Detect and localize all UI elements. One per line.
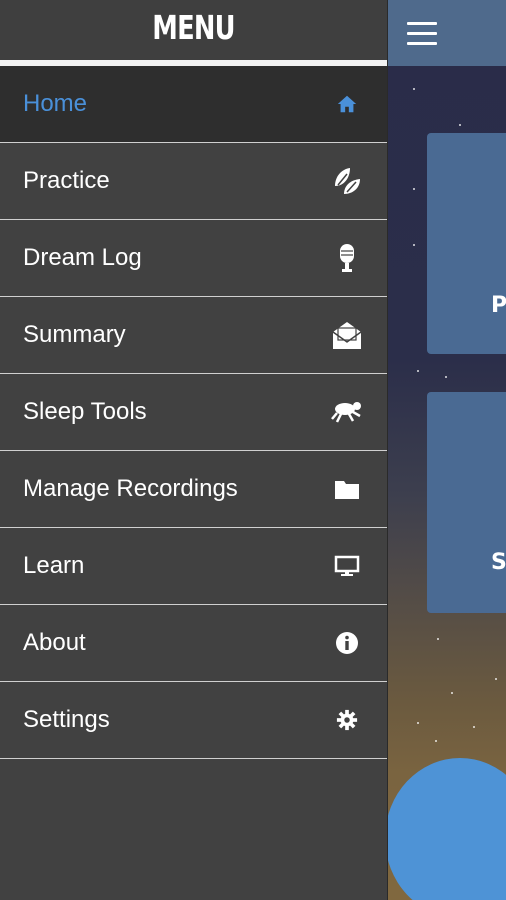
- drawer-menu-list: Home Practice Dream Log Summary Sleep To…: [0, 66, 387, 759]
- menu-item-sleep-tools[interactable]: Sleep Tools: [0, 374, 387, 451]
- star: [413, 244, 415, 246]
- app-bar: [387, 0, 506, 66]
- open-envelope-icon: [331, 319, 363, 351]
- home-icon: [331, 88, 363, 120]
- hamburger-menu-icon[interactable]: [407, 22, 437, 45]
- menu-item-label: About: [23, 629, 86, 656]
- planet-illustration: [387, 758, 506, 900]
- star: [435, 740, 437, 742]
- menu-item-label: Home: [23, 90, 88, 117]
- summary-card[interactable]: SU: [427, 392, 506, 613]
- menu-item-summary[interactable]: Summary: [0, 297, 387, 374]
- drawer-title: MENU: [152, 8, 235, 47]
- star: [459, 124, 461, 126]
- star: [495, 678, 497, 680]
- menu-item-practice[interactable]: Practice: [0, 143, 387, 220]
- folder-icon: [331, 473, 363, 505]
- star: [451, 692, 453, 694]
- star: [437, 638, 439, 640]
- navigation-drawer: MENU Home Practice Dream Log Summary Sle…: [0, 0, 388, 900]
- monitor-icon: [331, 550, 363, 582]
- background-app: PI SU: [387, 0, 506, 900]
- info-icon: [331, 627, 363, 659]
- menu-item-label: Manage Recordings: [23, 475, 238, 502]
- menu-item-manage-recordings[interactable]: Manage Recordings: [0, 451, 387, 528]
- menu-item-label: Summary: [23, 321, 126, 348]
- drawer-header: MENU: [0, 0, 387, 60]
- menu-item-dream-log[interactable]: Dream Log: [0, 220, 387, 297]
- menu-item-label: Dream Log: [23, 244, 142, 271]
- star: [473, 726, 475, 728]
- star: [413, 88, 415, 90]
- star: [413, 188, 415, 190]
- menu-item-settings[interactable]: Settings: [0, 682, 387, 759]
- practice-card[interactable]: PI: [427, 133, 506, 354]
- menu-item-label: Sleep Tools: [23, 398, 147, 425]
- gear-icon: [331, 704, 363, 736]
- practice-card-label: PI: [491, 293, 506, 318]
- leaves-icon: [331, 165, 363, 197]
- menu-item-label: Settings: [23, 706, 110, 733]
- jumping-sheep-icon: [331, 396, 363, 428]
- star: [445, 376, 447, 378]
- star: [417, 370, 419, 372]
- menu-item-learn[interactable]: Learn: [0, 528, 387, 605]
- summary-card-label: SU: [491, 550, 506, 575]
- menu-item-about[interactable]: About: [0, 605, 387, 682]
- star: [417, 722, 419, 724]
- menu-item-label: Practice: [23, 167, 110, 194]
- menu-item-label: Learn: [23, 552, 85, 579]
- microphone-icon: [331, 242, 363, 274]
- menu-item-home[interactable]: Home: [0, 66, 387, 143]
